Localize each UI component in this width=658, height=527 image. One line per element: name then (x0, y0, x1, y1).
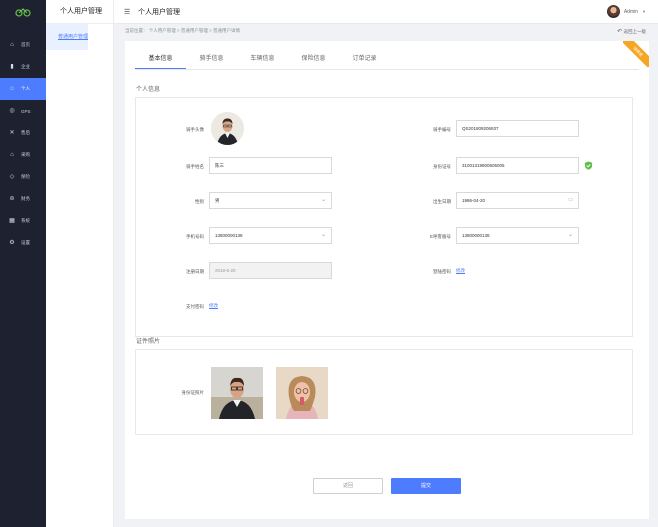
sub-nav: 个人用户管理 骑手用户管理 普通用户管理 (46, 0, 114, 527)
rail-item-label: 首页 (21, 42, 30, 47)
rail-item-personal[interactable]: ☺ 个人 (0, 78, 46, 100)
user-menu[interactable]: Admin ▼ (606, 5, 646, 18)
rail-item-purchase[interactable]: ⌂ 采购 (0, 144, 46, 166)
id-photo-label: 身份证照片 (181, 390, 205, 395)
personal-info-panel: 骑手头像 骑手编号 QS201809206937 骑手姓名 陈三 身份证号 31… (135, 97, 633, 337)
tab-bar: 基本信息 骑手信息 车辆信息 保险信息 订单记录 (135, 50, 639, 70)
building-icon: ▮ (10, 64, 14, 70)
birth-date-value: 1986-04-20 (462, 198, 486, 203)
person-icon: ☺ (9, 86, 16, 92)
back-arrow-icon: ↶ (617, 29, 623, 35)
rail-item-home[interactable]: ⌂ 首页 (0, 34, 46, 56)
section-title-personal: 个人信息 (136, 87, 161, 93)
user-name: Admin (623, 8, 639, 15)
wallet-icon: ⊜ (9, 196, 15, 202)
section-title-documents: 证件照片 (136, 339, 161, 345)
rail-item-label: 采购 (21, 152, 30, 157)
chevron-down-icon: ⌄ (320, 232, 326, 238)
rail-item-label: 系统 (21, 218, 30, 223)
gender-select[interactable]: 男 ⌄ (209, 192, 332, 209)
calendar-icon: ▭ (568, 197, 573, 203)
phone-select[interactable]: 13800000138 ⌄ (209, 227, 332, 244)
id-no-field[interactable]: 31001319900605005 (456, 157, 579, 174)
breadcrumb: 当前位置： 个人用户管理 > 普通用户管理 > 普通用户详情 (125, 28, 241, 33)
reset-button[interactable]: 返回 (313, 478, 383, 494)
avatar-label: 骑手头像 (186, 127, 204, 132)
rail-item-settings[interactable]: ⚙ 设置 (0, 232, 46, 254)
rider-avatar-image (211, 112, 244, 145)
main-nav-rail: ⌂ 首页 ▮ 企业 ☺ 个人 ◎ GPS ✕ 售后 ⌂ 采购 ◇ 保险 ⊜ 财务 ▦ 系统 ⚙ 设置 (0, 0, 46, 527)
id-photo-front[interactable] (211, 367, 263, 419)
rail-item-system[interactable]: ▦ 系统 (0, 210, 46, 232)
documents-panel: 身份证照片 (135, 349, 633, 435)
pay-pwd-edit-link[interactable]: 修改 (209, 303, 218, 309)
rail-item-label: 企业 (21, 64, 30, 69)
submit-button[interactable]: 提交 (391, 478, 461, 494)
tab-order-records[interactable]: 订单记录 (339, 50, 390, 69)
id-no-label: 身份证号 (433, 164, 451, 169)
sub-nav-title: 个人用户管理 (46, 0, 113, 24)
id-photo-back[interactable] (276, 367, 328, 419)
birth-date-picker[interactable]: 1986-04-20 ▭ (456, 192, 579, 209)
avatar (606, 5, 620, 18)
rail-item-label: GPS (21, 108, 31, 114)
reg-date-label: 注册日期 (186, 269, 204, 274)
gps-icon: ◎ (9, 108, 15, 114)
back-link[interactable]: ↶ 返回上一级 (617, 28, 646, 35)
shield-icon: ◇ (9, 174, 15, 180)
login-pwd-label: 登陆密码 (433, 269, 451, 274)
gender-value: 男 (215, 198, 220, 203)
e-phone-label: E呼客服号 (429, 234, 451, 239)
rider-no-label: 骑手编号 (433, 127, 451, 132)
verified-shield-icon (584, 161, 593, 170)
sub-nav-item-normal-users[interactable]: 普通用户管理 (46, 24, 89, 50)
home-icon: ⌂ (10, 42, 14, 48)
page-title: 个人用户管理 (138, 8, 180, 16)
phone-label: 手机号码 (186, 234, 204, 239)
grid-icon: ▦ (9, 218, 15, 224)
name-label: 骑手姓名 (186, 164, 204, 169)
rider-no-field: QS201809206937 (456, 120, 579, 137)
rail-item-label: 设置 (21, 240, 30, 245)
rail-item-aftersale[interactable]: ✕ 售后 (0, 122, 46, 144)
chevron-down-icon: ⌄ (320, 197, 326, 203)
tab-insurance-info[interactable]: 保险信息 (288, 50, 339, 69)
login-pwd-edit-link[interactable]: 修改 (456, 268, 465, 274)
pay-pwd-label: 支付密码 (186, 304, 204, 309)
rail-item-finance[interactable]: ⊜ 财务 (0, 188, 46, 210)
rail-item-label: 售后 (21, 130, 30, 135)
wrench-icon: ✕ (9, 130, 15, 136)
rail-item-label: 个人 (21, 86, 30, 91)
top-header: ☰ 个人用户管理 Admin ▼ (114, 0, 658, 24)
rail-item-gps[interactable]: ◎ GPS (0, 100, 46, 122)
e-phone-value: 13800000138 (462, 233, 490, 238)
tab-vehicle-info[interactable]: 车辆信息 (237, 50, 288, 69)
rail-item-label: 保险 (21, 174, 30, 179)
caret-down-icon: ▼ (642, 9, 646, 14)
rail-item-enterprise[interactable]: ▮ 企业 (0, 56, 46, 78)
e-phone-select[interactable]: 13800000138 ⌄ (456, 227, 579, 244)
detail-card: 待审核 基本信息 骑手信息 车辆信息 保险信息 订单记录 个人信息 骑手头像 骑… (125, 41, 649, 519)
birth-label: 出生日期 (433, 199, 451, 204)
cart-icon: ⌂ (10, 152, 14, 158)
logo-icon (15, 8, 31, 17)
logo (0, 0, 46, 24)
gender-label: 性别 (195, 199, 204, 204)
back-label: 返回上一级 (623, 29, 647, 34)
tab-rider-info[interactable]: 骑手信息 (186, 50, 237, 69)
chevron-down-icon: ⌄ (567, 232, 573, 238)
rider-name-field[interactable]: 陈三 (209, 157, 332, 174)
phone-value: 13800000138 (215, 233, 243, 238)
menu-toggle-icon[interactable]: ☰ (124, 8, 131, 16)
rail-item-insurance[interactable]: ◇ 保险 (0, 166, 46, 188)
tab-basic-info[interactable]: 基本信息 (135, 50, 186, 69)
gear-icon: ⚙ (9, 240, 15, 246)
reg-date-field: 2018-5-20 (209, 262, 332, 279)
rail-item-label: 财务 (21, 196, 30, 201)
